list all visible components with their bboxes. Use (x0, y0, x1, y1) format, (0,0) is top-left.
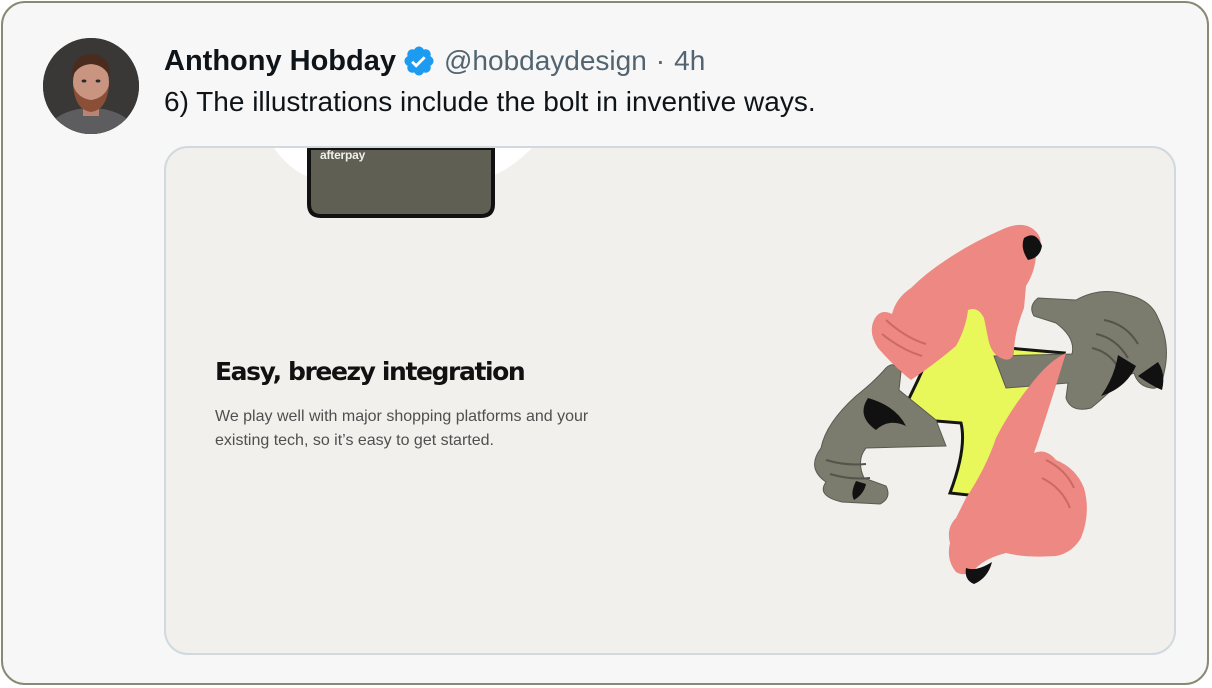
media-illustration (274, 148, 1167, 584)
avatar[interactable] (43, 38, 139, 134)
tweet-card[interactable]: Anthony Hobday @hobdaydesign · 4h 6) The… (1, 1, 1209, 685)
bolt-hands-illustration (814, 224, 1167, 584)
avatar-image (43, 38, 139, 134)
tweet-header: Anthony Hobday @hobdaydesign · 4h (164, 41, 705, 81)
media-heading: Easy, breezy integration (215, 357, 526, 386)
display-name[interactable]: Anthony Hobday (164, 45, 396, 78)
tweet-media[interactable]: afterpay Easy, breezy integration We pla… (164, 146, 1176, 655)
user-handle[interactable]: @hobdaydesign (444, 45, 647, 77)
timestamp[interactable]: 4h (674, 45, 705, 77)
tweet-text: 6) The illustrations include the bolt in… (164, 86, 816, 117)
separator-dot: · (655, 45, 666, 76)
media-body-text: We play well with major shopping platfor… (215, 408, 589, 449)
verified-badge-icon (402, 44, 436, 78)
phone-brand-logo: afterpay (320, 148, 366, 162)
